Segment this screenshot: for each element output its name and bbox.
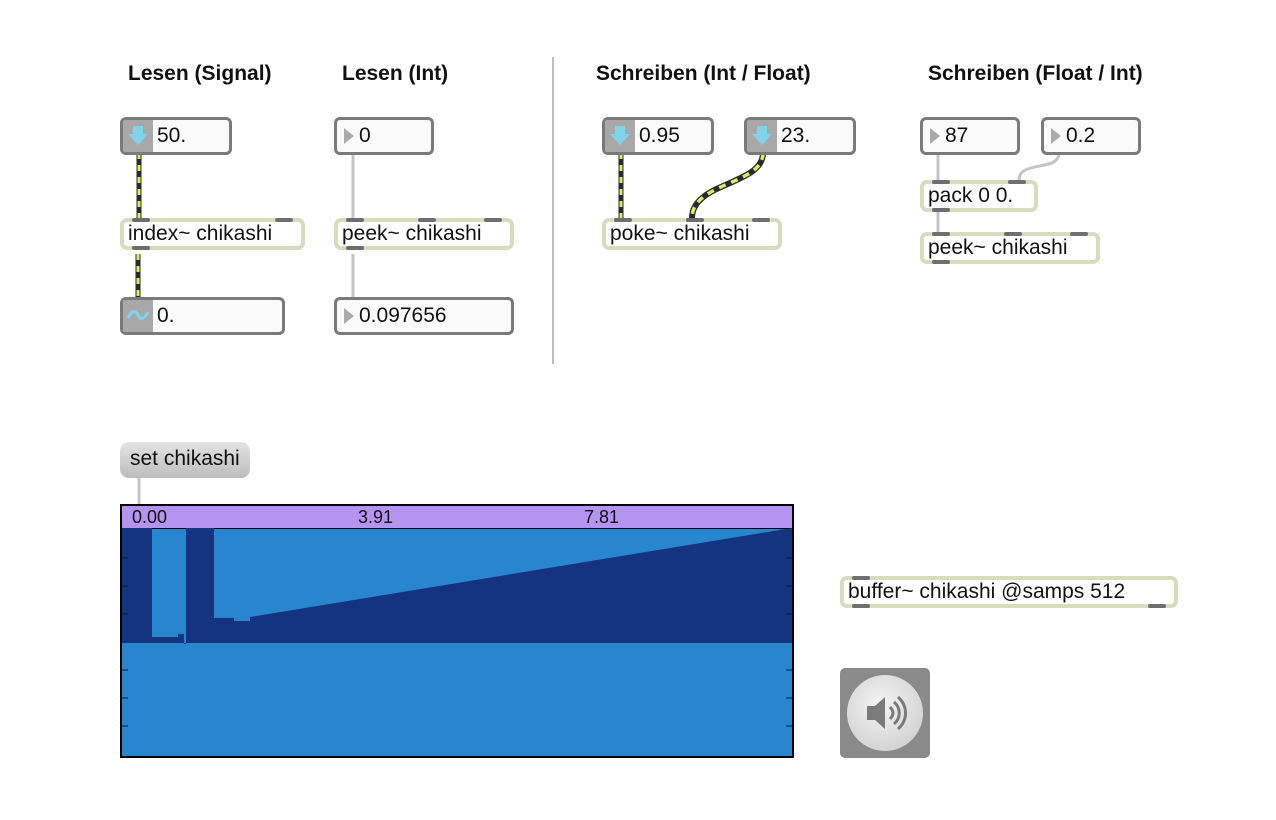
- peek1-inlet-mid[interactable]: [418, 218, 436, 222]
- peek1-inlet-left[interactable]: [346, 218, 364, 222]
- peek2-inlet-mid[interactable]: [1004, 232, 1022, 236]
- peek-input-number[interactable]: 0: [334, 117, 434, 155]
- tilde-icon: [126, 310, 150, 320]
- index-inlet-right[interactable]: [275, 218, 293, 222]
- peek-object-2-label: peek~ chikashi: [928, 236, 1068, 259]
- index-outlet[interactable]: [132, 246, 150, 250]
- poke-value-number[interactable]: 0.95: [602, 117, 714, 155]
- pack-right-number[interactable]: 0.2: [1041, 117, 1141, 155]
- speaker-icon: [867, 695, 907, 731]
- buffer-object[interactable]: buffer~ chikashi @samps 512: [840, 576, 1178, 608]
- pack-outlet[interactable]: [932, 208, 950, 212]
- poke-inlet-right[interactable]: [752, 218, 770, 222]
- pack-left-value: 87: [945, 124, 969, 147]
- triangle-icon: [1051, 128, 1061, 144]
- peek1-outlet[interactable]: [346, 246, 364, 250]
- index-output-number[interactable]: 0.: [120, 297, 285, 335]
- index-input-number[interactable]: 50.: [120, 117, 232, 155]
- triangle-icon: [344, 308, 354, 324]
- set-message-box[interactable]: set chikashi: [120, 442, 250, 478]
- peek-output-value: 0.097656: [359, 304, 447, 327]
- index-output-value: 0.: [157, 304, 175, 327]
- poke-object-label: poke~ chikashi: [610, 222, 750, 245]
- ruler-label-1: 3.91: [358, 507, 394, 527]
- peek-object-1[interactable]: peek~ chikashi: [334, 218, 514, 250]
- poke-index-number[interactable]: 23.: [744, 117, 856, 155]
- down-arrow-icon: [610, 126, 630, 145]
- down-arrow-icon: [128, 126, 148, 145]
- waveform-display[interactable]: 0.00 3.91 7.81: [120, 504, 794, 758]
- pack-right-value: 0.2: [1066, 124, 1096, 147]
- down-arrow-icon: [752, 126, 772, 145]
- peek2-inlet-right[interactable]: [1070, 232, 1088, 236]
- peek-object-2[interactable]: peek~ chikashi: [920, 232, 1100, 264]
- index-object[interactable]: index~ chikashi: [120, 218, 305, 250]
- triangle-icon: [344, 128, 354, 144]
- peek-object-1-label: peek~ chikashi: [342, 222, 482, 245]
- waveform-shape: [122, 528, 792, 727]
- triangle-icon: [930, 128, 940, 144]
- index-object-label: index~ chikashi: [128, 222, 273, 245]
- buffer-outlet-left[interactable]: [852, 604, 870, 608]
- pack-left-number[interactable]: 87: [920, 117, 1020, 155]
- signal-cord-poke-index[interactable]: [689, 152, 766, 219]
- buffer-outlet-right[interactable]: [1148, 604, 1166, 608]
- ruler-label-0: 0.00: [132, 507, 168, 527]
- poke-value-value: 0.95: [639, 124, 680, 147]
- pack-inlet-left[interactable]: [932, 180, 950, 184]
- poke-index-value: 23.: [781, 124, 811, 147]
- peek2-inlet-left[interactable]: [932, 232, 950, 236]
- pack-object-label: pack 0 0.: [928, 184, 1014, 207]
- ruler-label-2: 7.81: [584, 507, 620, 527]
- poke-inlet-left[interactable]: [614, 218, 632, 222]
- pack-inlet-right[interactable]: [1008, 180, 1026, 184]
- peek2-outlet[interactable]: [932, 260, 950, 264]
- peek1-inlet-right[interactable]: [484, 218, 502, 222]
- index-input-value: 50.: [157, 124, 187, 147]
- peek-input-value: 0: [359, 124, 371, 147]
- poke-inlet-mid[interactable]: [686, 218, 704, 222]
- buffer-inlet[interactable]: [852, 576, 870, 580]
- index-inlet[interactable]: [132, 218, 150, 222]
- poke-object[interactable]: poke~ chikashi: [602, 218, 782, 250]
- peek-output-number[interactable]: 0.097656: [334, 297, 514, 335]
- buffer-object-label: buffer~ chikashi @samps 512: [848, 580, 1126, 603]
- dac-button[interactable]: [840, 668, 930, 758]
- waveform-ruler: 0.00 3.91 7.81: [122, 506, 792, 529]
- pack-object[interactable]: pack 0 0.: [920, 180, 1038, 212]
- cord-pack-right[interactable]: [1017, 152, 1061, 181]
